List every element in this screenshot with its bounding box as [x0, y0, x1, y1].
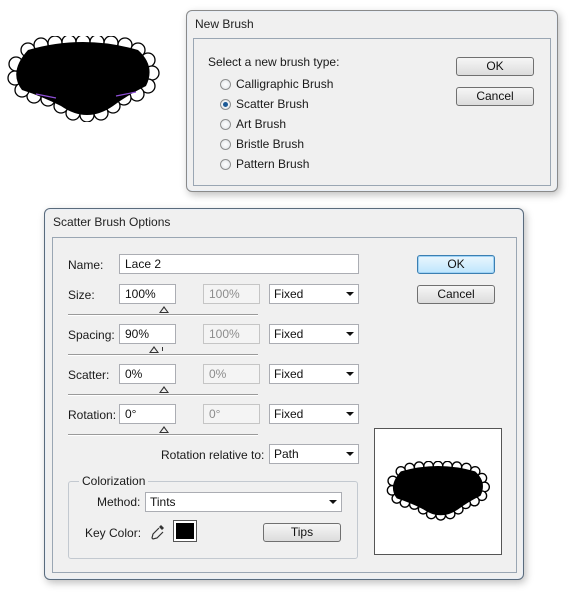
eyedropper-icon[interactable]	[150, 523, 166, 541]
spacing-slider-tick	[162, 347, 163, 351]
select-value: Fixed	[274, 287, 304, 301]
method-select[interactable]: Tints	[145, 492, 342, 512]
lace-shape-artwork	[7, 36, 160, 122]
chevron-down-icon	[346, 372, 354, 376]
chevron-down-icon	[346, 452, 354, 456]
radio-scatter-brush[interactable]: Scatter Brush	[220, 95, 309, 113]
scatter-input[interactable]: 0%	[119, 364, 176, 384]
spacing-variation-select[interactable]: Fixed	[269, 324, 359, 344]
scatter-slider-track[interactable]	[68, 394, 258, 396]
rotation-relative-label: Rotation relative to:	[161, 448, 265, 462]
scatter-brush-options-dialog: Scatter Brush Options Name: Lace 2 OK Ca…	[44, 208, 524, 580]
radio-label: Pattern Brush	[236, 157, 310, 171]
rotation-slider-handle[interactable]	[159, 426, 169, 433]
ok-button[interactable]: OK	[456, 57, 534, 76]
radio-calligraphic-brush[interactable]: Calligraphic Brush	[220, 75, 333, 93]
brush-preview	[374, 428, 502, 555]
select-value: Path	[274, 447, 299, 461]
lace-preview-artwork	[386, 461, 490, 521]
size-variation-select[interactable]: Fixed	[269, 284, 359, 304]
dialog-body: Name: Lace 2 OK Cancel Size: 100% 100% F…	[52, 237, 517, 573]
dialog-title: New Brush	[195, 17, 254, 31]
rotation-relative-select[interactable]: Path	[269, 444, 359, 464]
radio-label: Calligraphic Brush	[236, 77, 334, 91]
new-brush-dialog: New Brush Select a new brush type: Calli…	[186, 10, 558, 192]
size-label: Size:	[68, 288, 95, 302]
colorization-group: Colorization Method: Tints Key Color: Ti…	[68, 474, 358, 559]
chevron-down-icon	[346, 412, 354, 416]
radio-art-brush[interactable]: Art Brush	[220, 115, 286, 133]
radio-button[interactable]	[220, 118, 231, 130]
spacing-slider-handle[interactable]	[149, 346, 159, 353]
radio-button[interactable]	[220, 78, 231, 90]
select-value: Fixed	[274, 327, 304, 341]
rotation-variation-select[interactable]: Fixed	[269, 404, 359, 424]
scatter-slider-handle[interactable]	[159, 386, 169, 393]
scatter-variation-select[interactable]: Fixed	[269, 364, 359, 384]
rotation-max-input: 0°	[203, 404, 260, 424]
radio-pattern-brush[interactable]: Pattern Brush	[220, 155, 309, 173]
dialog-body: Select a new brush type: Calligraphic Br…	[193, 38, 551, 186]
cancel-button[interactable]: Cancel	[456, 87, 534, 106]
tips-button[interactable]: Tips	[263, 523, 341, 542]
size-slider-handle[interactable]	[159, 306, 169, 313]
ok-button[interactable]: OK	[417, 255, 495, 274]
rotation-input[interactable]: 0°	[119, 404, 176, 424]
chevron-down-icon	[346, 332, 354, 336]
size-max-input: 100%	[203, 284, 260, 304]
brush-type-prompt: Select a new brush type:	[208, 55, 340, 69]
name-input[interactable]: Lace 2	[119, 254, 359, 274]
chevron-down-icon	[346, 292, 354, 296]
radio-button[interactable]	[220, 158, 231, 170]
select-value: Fixed	[274, 367, 304, 381]
colorization-title: Colorization	[79, 474, 149, 488]
radio-button[interactable]	[220, 138, 231, 150]
radio-bristle-brush[interactable]: Bristle Brush	[220, 135, 304, 153]
rotation-label: Rotation:	[68, 408, 117, 422]
spacing-max-input: 100%	[203, 324, 260, 344]
cancel-button[interactable]: Cancel	[417, 285, 495, 304]
spacing-label: Spacing:	[68, 328, 115, 342]
scatter-max-input: 0%	[203, 364, 260, 384]
radio-label: Bristle Brush	[236, 137, 305, 151]
spacing-slider-track[interactable]	[68, 354, 258, 356]
radio-label: Scatter Brush	[236, 97, 309, 111]
scatter-label: Scatter:	[68, 368, 110, 382]
radio-button[interactable]	[220, 98, 231, 110]
rotation-slider-track[interactable]	[68, 434, 258, 436]
radio-label: Art Brush	[236, 117, 287, 131]
select-value: Fixed	[274, 407, 304, 421]
name-label: Name:	[68, 258, 104, 272]
method-label: Method:	[97, 495, 141, 509]
size-slider-track[interactable]	[68, 314, 258, 316]
size-input[interactable]: 100%	[119, 284, 176, 304]
select-value: Tints	[150, 495, 176, 509]
spacing-input[interactable]: 90%	[119, 324, 176, 344]
key-color-label: Key Color:	[85, 526, 142, 540]
chevron-down-icon	[329, 500, 337, 504]
key-color-swatch[interactable]	[173, 520, 197, 542]
dialog-title: Scatter Brush Options	[53, 215, 171, 229]
brush-type-radio-group: Calligraphic Brush Scatter Brush Art Bru…	[220, 75, 420, 175]
